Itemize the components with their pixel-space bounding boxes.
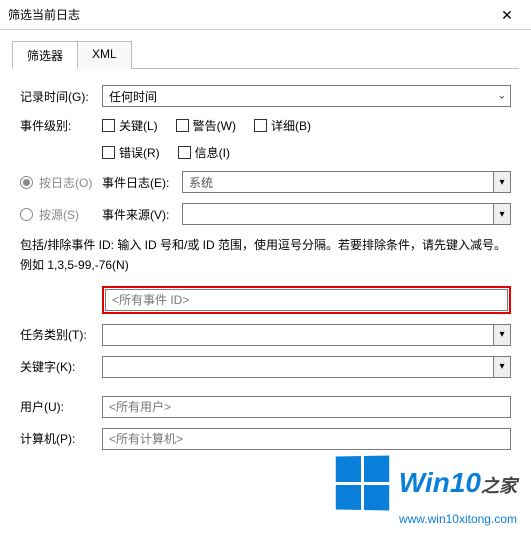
windows-logo-icon — [336, 455, 389, 510]
radio-by-source[interactable]: 按源(S) — [20, 206, 102, 223]
tab-xml[interactable]: XML — [77, 41, 132, 69]
radio-icon — [20, 208, 33, 221]
triangle-down-icon: ▾ — [499, 329, 504, 340]
checkbox-info-label: 信息(I) — [195, 144, 230, 161]
label-event-level: 事件级别: — [20, 117, 102, 134]
label-user: 用户(U): — [20, 398, 102, 415]
close-button[interactable]: ✕ — [487, 0, 527, 30]
triangle-down-icon: ▾ — [499, 209, 504, 220]
radio-by-source-label: 按源(S) — [39, 206, 79, 223]
radio-icon — [20, 176, 33, 189]
dropdown-keywords-value — [102, 356, 493, 378]
label-event-log: 事件日志(E): — [102, 174, 182, 191]
dropdown-event-log-value: 系统 — [182, 171, 493, 193]
titlebar: 筛选当前日志 ✕ — [0, 0, 531, 30]
dropdown-button[interactable]: ▾ — [493, 324, 511, 346]
chevron-down-icon: ⌄ — [498, 91, 506, 102]
checkbox-icon — [254, 119, 267, 132]
checkbox-critical[interactable]: 关键(L) — [102, 117, 158, 134]
checkbox-error-label: 错误(R) — [119, 144, 160, 161]
input-event-id[interactable]: <所有事件 ID> — [105, 289, 508, 311]
checkbox-icon — [102, 119, 115, 132]
brand-main: Win10 — [399, 467, 481, 498]
filter-form: 记录时间(G): 任何时间 ⌄ 事件级别: 关键(L) 警告(W) — [12, 69, 519, 450]
dropdown-task-category[interactable]: ▾ — [102, 324, 511, 346]
event-id-highlight: <所有事件 ID> — [102, 286, 511, 314]
label-task-category: 任务类别(T): — [20, 326, 102, 343]
label-log-time: 记录时间(G): — [20, 88, 102, 105]
label-event-source: 事件来源(V): — [102, 206, 182, 223]
input-computer[interactable]: <所有计算机> — [102, 428, 511, 450]
label-computer: 计算机(P): — [20, 430, 102, 447]
window-title: 筛选当前日志 — [8, 6, 80, 23]
dropdown-button[interactable]: ▾ — [493, 356, 511, 378]
dropdown-button[interactable]: ▾ — [493, 171, 511, 193]
dropdown-keywords[interactable]: ▾ — [102, 356, 511, 378]
input-user[interactable]: <所有用户> — [102, 396, 511, 418]
event-id-help: 包括/排除事件 ID: 输入 ID 号和/或 ID 范围，使用逗号分隔。若要排除… — [20, 235, 511, 276]
radio-by-log[interactable]: 按日志(O) — [20, 174, 102, 191]
checkbox-warning-label: 警告(W) — [193, 117, 236, 134]
dropdown-log-time-value: 任何时间 — [109, 88, 157, 105]
checkbox-critical-label: 关键(L) — [119, 117, 158, 134]
dialog-content: 筛选器 XML 记录时间(G): 任何时间 ⌄ 事件级别: 关键(L) 警告(W… — [0, 30, 531, 450]
checkbox-info[interactable]: 信息(I) — [178, 144, 230, 161]
tab-filter[interactable]: 筛选器 — [12, 41, 78, 69]
dropdown-event-source-value — [182, 203, 493, 225]
brand-text: Win10之家 — [399, 467, 517, 499]
checkbox-icon — [102, 146, 115, 159]
event-level-checks-1: 关键(L) 警告(W) 详细(B) — [102, 117, 311, 134]
brand-domain: www.win10xitong.com — [399, 512, 517, 526]
checkbox-icon — [178, 146, 191, 159]
dropdown-event-source[interactable]: ▾ — [182, 203, 511, 225]
dropdown-log-time[interactable]: 任何时间 ⌄ — [102, 85, 511, 107]
checkbox-warning[interactable]: 警告(W) — [176, 117, 236, 134]
dropdown-task-category-value — [102, 324, 493, 346]
tab-bar: 筛选器 XML — [12, 40, 519, 69]
checkbox-icon — [176, 119, 189, 132]
checkbox-verbose-label: 详细(B) — [271, 117, 311, 134]
brand-suffix: 之家 — [481, 476, 517, 496]
triangle-down-icon: ▾ — [499, 177, 504, 188]
event-level-checks-2: 错误(R) 信息(I) — [102, 144, 230, 161]
triangle-down-icon: ▾ — [499, 361, 504, 372]
label-keywords: 关键字(K): — [20, 358, 102, 375]
checkbox-error[interactable]: 错误(R) — [102, 144, 160, 161]
radio-by-log-label: 按日志(O) — [39, 174, 92, 191]
dropdown-event-log[interactable]: 系统 ▾ — [182, 171, 511, 193]
branding-watermark: Win10之家 www.win10xitong.com — [335, 456, 517, 526]
checkbox-verbose[interactable]: 详细(B) — [254, 117, 311, 134]
dropdown-button[interactable]: ▾ — [493, 203, 511, 225]
close-icon: ✕ — [501, 7, 513, 24]
